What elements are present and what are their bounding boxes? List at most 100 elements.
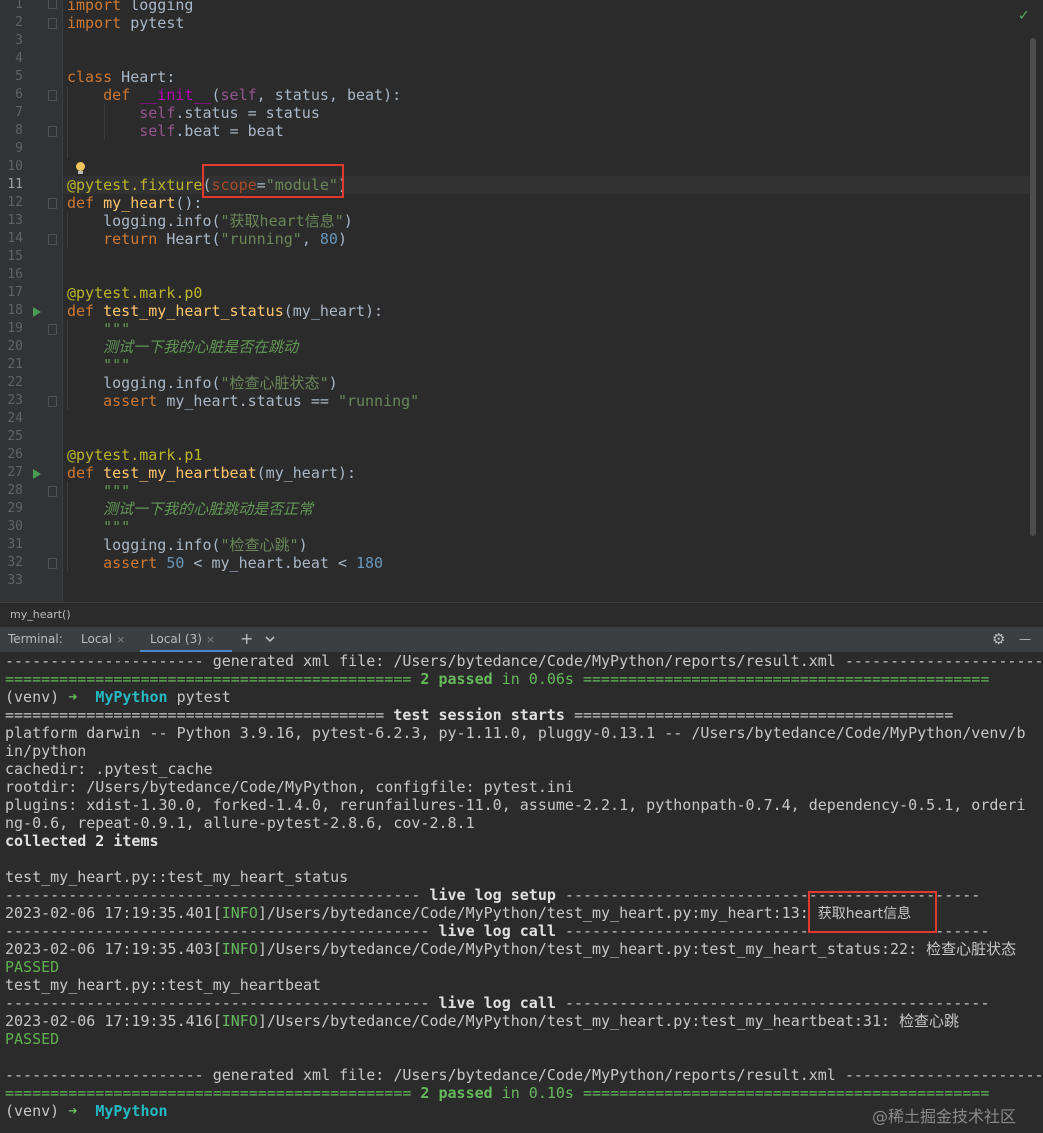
tab-label[interactable]: Local bbox=[81, 632, 112, 646]
line-number: 14 bbox=[7, 231, 23, 246]
close-icon[interactable]: × bbox=[116, 633, 125, 646]
fold-marker-icon[interactable] bbox=[48, 126, 57, 137]
code-line: """ bbox=[67, 518, 131, 536]
line-number: 27 bbox=[7, 465, 23, 480]
line-number: 2 bbox=[15, 15, 23, 30]
terminal-line: rootdir: /Users/bytedance/Code/MyPython,… bbox=[5, 778, 574, 796]
line-number: 1 bbox=[15, 0, 23, 12]
line-number: 5 bbox=[15, 69, 23, 84]
code-line: 测试一下我的心脏是否在跳动 bbox=[67, 338, 299, 356]
close-icon[interactable]: × bbox=[206, 633, 215, 646]
code-line: assert my_heart.status == "running" bbox=[103, 392, 420, 410]
code-line: """ bbox=[67, 320, 131, 338]
terminal-line: ========================================… bbox=[5, 706, 954, 724]
minimize-icon[interactable]: — bbox=[1019, 627, 1031, 653]
fold-marker-icon[interactable] bbox=[48, 396, 57, 407]
code-line: def my_heart(): bbox=[67, 194, 203, 212]
terminal-line: in/python bbox=[5, 742, 87, 760]
line-number: 26 bbox=[7, 447, 23, 462]
terminal-line: platform darwin -- Python 3.9.16, pytest… bbox=[5, 724, 1026, 742]
line-number: 17 bbox=[7, 285, 23, 300]
code-line: """ bbox=[67, 482, 131, 500]
line-number: 7 bbox=[15, 105, 23, 120]
code-line: import logging bbox=[67, 0, 194, 14]
terminal-prompt[interactable]: (venv) ➜ MyPython bbox=[5, 1102, 168, 1120]
terminal-line: ========================================… bbox=[5, 1084, 990, 1102]
highlight-box-scope bbox=[202, 164, 344, 198]
code-line: @pytest.mark.p0 bbox=[67, 284, 203, 302]
line-number: 30 bbox=[7, 519, 23, 534]
tab-local-3[interactable]: Local (3) × bbox=[140, 627, 232, 653]
tab-local[interactable]: Local × bbox=[81, 627, 125, 653]
line-number: 24 bbox=[7, 411, 23, 426]
line-number: 15 bbox=[7, 249, 23, 264]
code-line: import pytest bbox=[67, 14, 185, 32]
code-line: class Heart: bbox=[67, 68, 176, 86]
line-number: 13 bbox=[7, 213, 23, 228]
line-number: 3 bbox=[15, 33, 23, 48]
terminal-line: 2023-02-06 17:19:35.416[INFO]/Users/byte… bbox=[5, 1012, 960, 1030]
run-test-icon[interactable] bbox=[33, 307, 41, 317]
terminal-line: test_my_heart.py::test_my_heartbeat bbox=[5, 976, 322, 994]
fold-marker-icon[interactable] bbox=[48, 0, 57, 9]
fold-marker-icon[interactable] bbox=[48, 234, 57, 245]
tab-label[interactable]: Local (3) bbox=[150, 632, 202, 646]
code-line: """ bbox=[67, 356, 131, 374]
terminal-line: collected 2 items bbox=[5, 832, 159, 850]
run-test-icon[interactable] bbox=[33, 469, 41, 479]
line-number: 32 bbox=[7, 555, 23, 570]
code-editor[interactable]: 1 2 3 4 5 6 7 8 9 10 11 12 13 14 15 16 1… bbox=[0, 0, 1043, 602]
line-number: 29 bbox=[7, 501, 23, 516]
line-number: 31 bbox=[7, 537, 23, 552]
terminal-line: test_my_heart.py::test_my_heart_status bbox=[5, 868, 349, 886]
code-line: self.status = status bbox=[139, 104, 320, 122]
terminal-line: PASSED bbox=[5, 1030, 60, 1048]
terminal-line: ========================================… bbox=[5, 670, 990, 688]
line-number: 9 bbox=[15, 141, 23, 156]
fold-marker-icon[interactable] bbox=[48, 198, 57, 209]
add-tab-icon[interactable]: + bbox=[240, 627, 253, 653]
breadcrumb-label[interactable]: my_heart() bbox=[10, 608, 71, 621]
code-line: @pytest.mark.p1 bbox=[67, 446, 203, 464]
line-number: 21 bbox=[7, 357, 23, 372]
fold-marker-icon[interactable] bbox=[48, 18, 57, 29]
line-number: 4 bbox=[15, 51, 23, 66]
terminal-line: 2023-02-06 17:19:35.403[INFO]/Users/byte… bbox=[5, 940, 1017, 958]
breadcrumb[interactable]: my_heart() bbox=[0, 602, 1043, 626]
line-number: 6 bbox=[15, 87, 23, 102]
terminal-line: 2023-02-06 17:19:35.401[INFO]/Users/byte… bbox=[5, 904, 912, 922]
code-line: return Heart("running", 80) bbox=[103, 230, 347, 248]
chevron-down-icon[interactable] bbox=[264, 627, 276, 653]
line-number: 23 bbox=[7, 393, 23, 408]
lightbulb-icon[interactable] bbox=[76, 162, 85, 174]
terminal-output[interactable]: ---------------------- generated xml fil… bbox=[0, 652, 1043, 1133]
line-number: 10 bbox=[7, 159, 23, 174]
line-number: 33 bbox=[7, 573, 23, 588]
line-number: 22 bbox=[7, 375, 23, 390]
watermark: @稀土掘金技术社区 bbox=[872, 1107, 1017, 1126]
terminal-line: (venv) ➜ MyPython pytest bbox=[5, 688, 231, 706]
line-number: 11 bbox=[7, 177, 23, 192]
code-line: logging.info("获取heart信息") bbox=[67, 212, 353, 230]
line-number: 8 bbox=[15, 123, 23, 138]
code-line: def test_my_heartbeat(my_heart): bbox=[67, 464, 356, 482]
terminal-line: PASSED bbox=[5, 958, 60, 976]
fold-marker-icon[interactable] bbox=[48, 324, 57, 335]
code-line: assert 50 < my_heart.beat < 180 bbox=[103, 554, 384, 572]
fold-marker-icon[interactable] bbox=[48, 90, 57, 101]
gear-icon[interactable]: ⚙ bbox=[992, 627, 1005, 653]
highlight-box-log-output bbox=[808, 891, 937, 933]
line-number: 18 bbox=[7, 303, 23, 318]
terminal-title: Terminal: bbox=[8, 632, 63, 646]
terminal-line: plugins: xdist-1.30.0, forked-1.4.0, rer… bbox=[5, 796, 1026, 814]
line-number: 20 bbox=[7, 339, 23, 354]
terminal-line: ---------------------- generated xml fil… bbox=[5, 652, 1043, 670]
line-number: 25 bbox=[7, 429, 23, 444]
editor-scrollbar[interactable] bbox=[1030, 38, 1036, 536]
line-number: 16 bbox=[7, 267, 23, 282]
code-line: def test_my_heart_status(my_heart): bbox=[67, 302, 384, 320]
fold-marker-icon[interactable] bbox=[48, 486, 57, 497]
code-line: logging.info("检查心脏状态") bbox=[67, 374, 338, 392]
fold-marker-icon[interactable] bbox=[48, 558, 57, 569]
terminal-tab-bar: Terminal: Local × Local (3) × + ⚙ — bbox=[0, 626, 1043, 654]
